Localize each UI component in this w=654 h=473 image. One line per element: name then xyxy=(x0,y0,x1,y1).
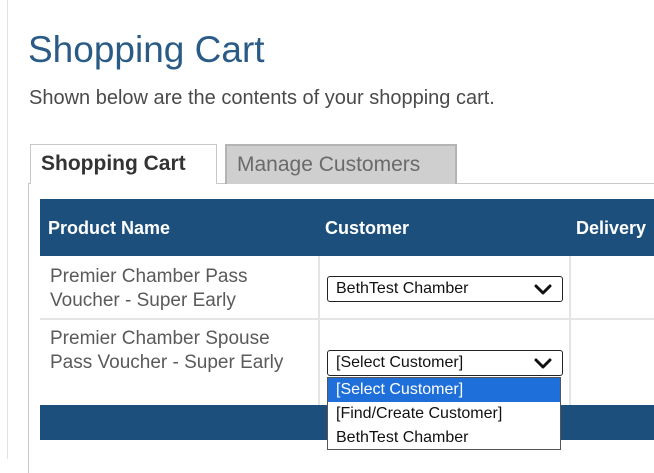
chevron-down-icon xyxy=(534,284,552,295)
customer-select[interactable]: [Select Customer] xyxy=(327,350,563,376)
page-subtitle: Shown below are the contents of your sho… xyxy=(29,87,495,109)
tab-shopping-cart[interactable]: Shopping Cart xyxy=(30,144,217,184)
page-left-border xyxy=(7,0,8,459)
column-header-product-name: Product Name xyxy=(48,218,171,238)
dropdown-option-select-customer[interactable]: [Select Customer] xyxy=(328,378,560,402)
cell-divider xyxy=(569,320,571,405)
column-header-delivery: Delivery xyxy=(576,218,647,238)
dropdown-option-find-create-customer[interactable]: [Find/Create Customer] xyxy=(328,402,560,426)
customer-select[interactable]: BethTest Chamber xyxy=(327,276,563,302)
tab-manage-customers[interactable]: Manage Customers xyxy=(225,144,457,184)
page-title: Shopping Cart xyxy=(28,29,265,70)
cell-divider xyxy=(318,320,320,405)
product-name: Premier Chamber Pass Voucher - Super Ear… xyxy=(50,266,248,311)
product-name: Premier Chamber Spouse Pass Voucher - Su… xyxy=(50,328,284,373)
customer-dropdown-list[interactable]: [Select Customer] [Find/Create Customer]… xyxy=(327,377,561,450)
customer-select-value: [Select Customer] xyxy=(336,354,464,371)
cell-divider xyxy=(569,256,571,318)
customer-select-value: BethTest Chamber xyxy=(336,280,469,297)
chevron-down-icon xyxy=(534,358,552,369)
table-row: Premier Chamber Pass Voucher - Super Ear… xyxy=(40,256,654,318)
table-header-row: Product Name Customer Delivery xyxy=(40,199,654,256)
cell-divider xyxy=(318,256,320,318)
dropdown-option-bethtest-chamber[interactable]: BethTest Chamber xyxy=(328,426,560,450)
column-header-customer: Customer xyxy=(325,218,410,238)
